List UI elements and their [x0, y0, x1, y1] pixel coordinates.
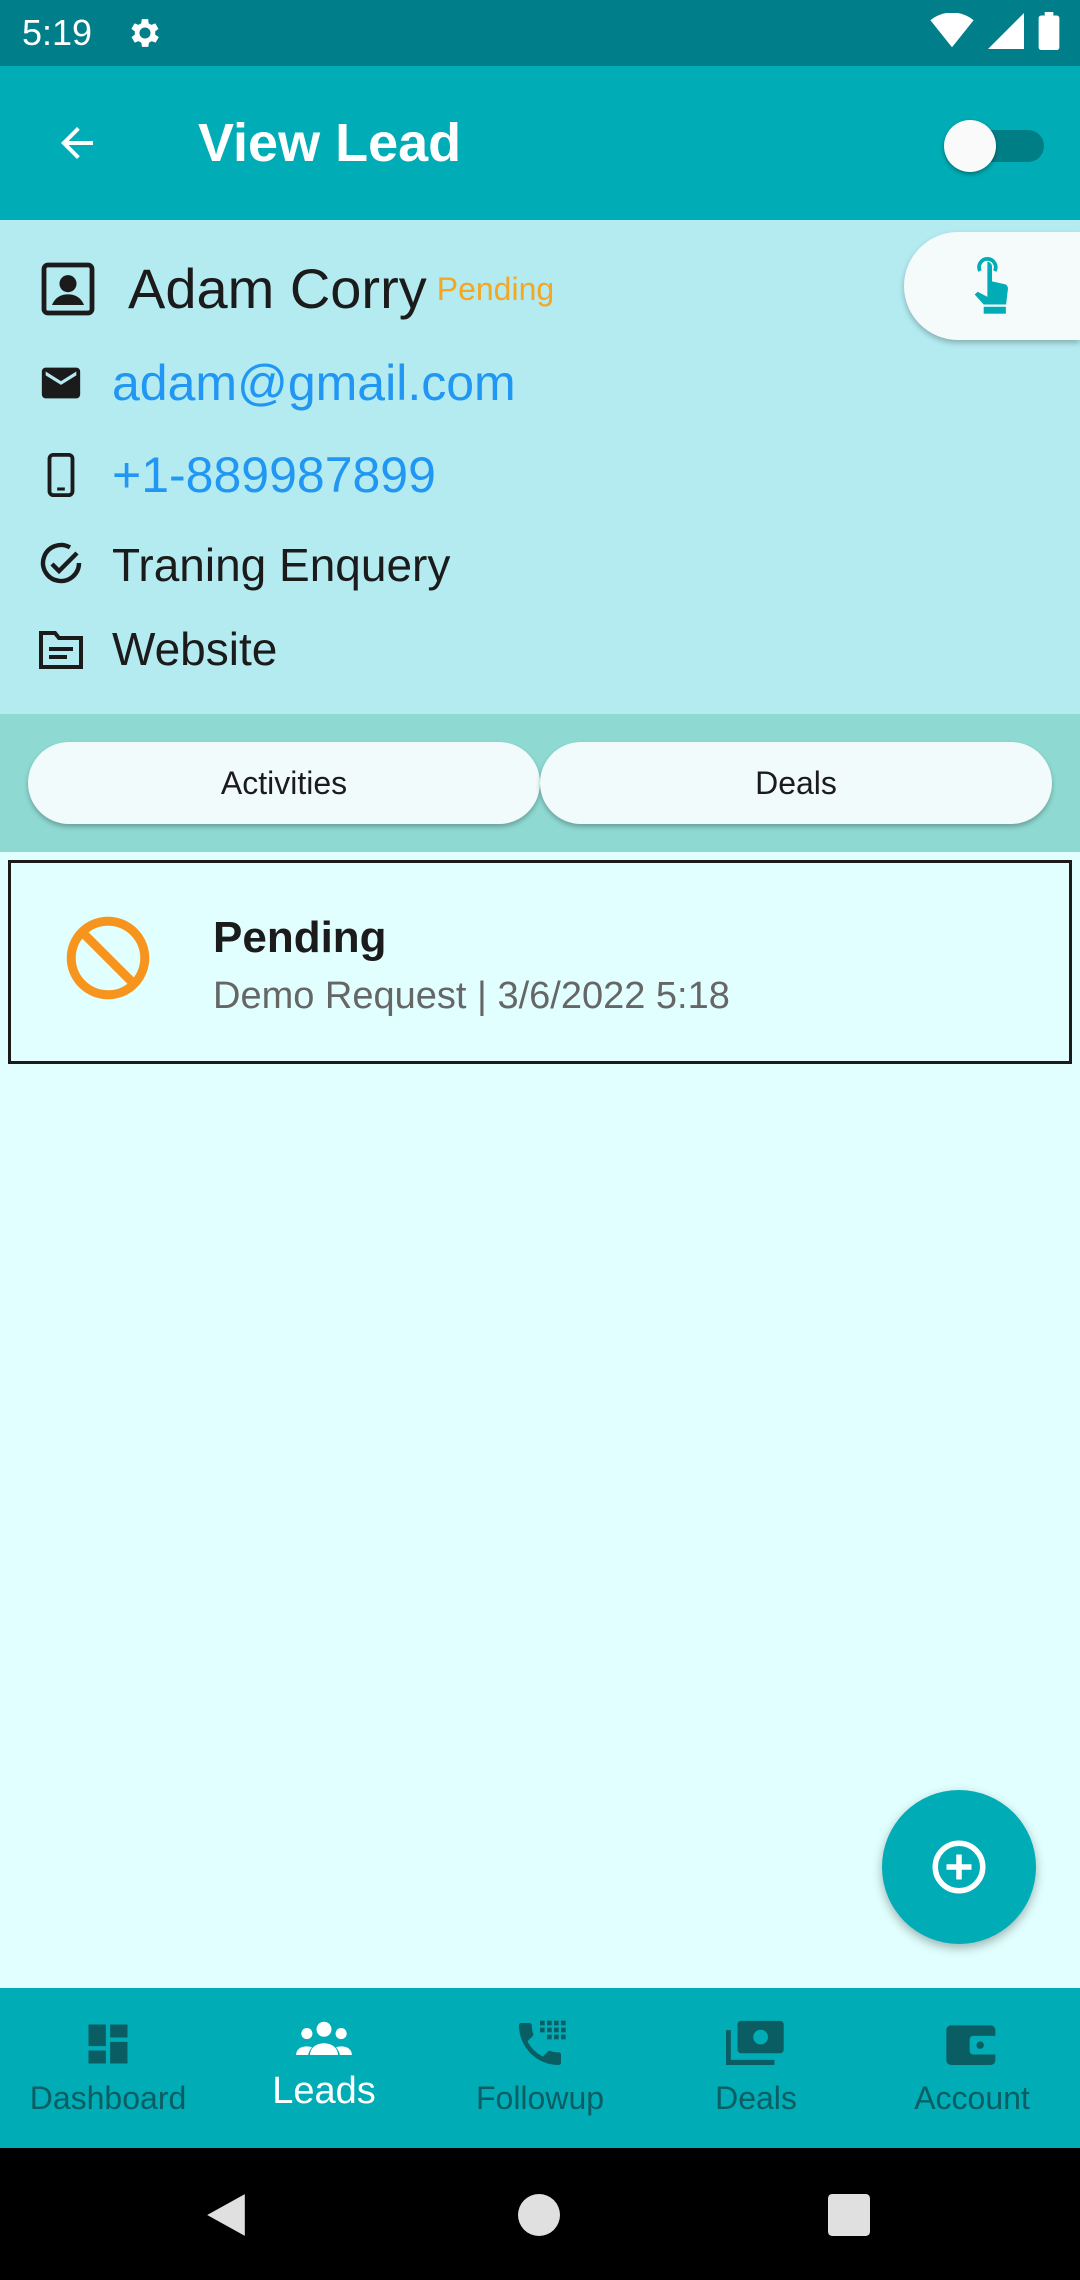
- people-icon: [294, 2010, 354, 2070]
- lead-name: Adam Corry: [128, 257, 427, 320]
- lead-status-badge: Pending: [436, 271, 555, 307]
- smartphone-icon: [36, 450, 86, 500]
- nav-label-leads: Leads: [272, 2070, 376, 2112]
- nav-account[interactable]: Account: [864, 1988, 1080, 2148]
- page-title: View Lead: [198, 113, 462, 173]
- signal-icon: [988, 13, 1024, 49]
- app-bar: View Lead: [0, 66, 1080, 220]
- email-icon: [36, 358, 86, 408]
- activity-title: Pending: [213, 913, 387, 962]
- nav-label-account: Account: [914, 2080, 1030, 2116]
- folder-icon: [36, 624, 86, 674]
- mode-toggle[interactable]: [944, 120, 1044, 172]
- wifi-icon: [930, 13, 974, 48]
- nav-label-deals: Deals: [715, 2080, 797, 2116]
- system-navigation-bar: [0, 2148, 1080, 2280]
- tabs-bar: Activities Deals: [0, 714, 1080, 852]
- arrow-back-icon: [61, 127, 93, 159]
- tab-activities[interactable]: Activities: [28, 742, 540, 824]
- nav-leads[interactable]: Leads: [216, 1988, 432, 2148]
- bottom-navigation: Dashboard Leads Followup Deals Account: [0, 1988, 1080, 2148]
- tab-deals[interactable]: Deals: [540, 742, 1052, 824]
- lead-enquiry: Traning Enquery: [112, 539, 451, 591]
- activity-subtitle: Demo Request | 3/6/2022 5:18: [213, 975, 730, 1017]
- lead-email-row: adam@gmail.com: [36, 354, 516, 412]
- battery-icon: [1038, 12, 1060, 50]
- nav-back-icon[interactable]: [204, 2192, 248, 2238]
- lead-phone-link[interactable]: +1-889987899: [112, 446, 436, 504]
- nav-dashboard[interactable]: Dashboard: [0, 1988, 216, 2148]
- status-time: 5:19: [22, 12, 93, 53]
- add-circle-icon: [932, 1840, 986, 1894]
- nav-home-icon[interactable]: [518, 2194, 560, 2236]
- back-button[interactable]: [44, 110, 110, 176]
- contact-portrait-icon: [36, 257, 100, 321]
- lead-phone-row: +1-889987899: [36, 446, 436, 504]
- block-icon: [66, 916, 150, 1000]
- lead-source: Website: [112, 623, 278, 675]
- nav-label-followup: Followup: [475, 2080, 605, 2116]
- dialpad-phone-icon: [510, 2014, 570, 2074]
- status-bar: 5:19: [0, 0, 1080, 66]
- nav-recents-icon[interactable]: [828, 2194, 870, 2236]
- status-icons: [930, 12, 1060, 50]
- check-circle-icon: [36, 540, 86, 590]
- nav-label-dashboard: Dashboard: [29, 2080, 187, 2116]
- settings-gear-icon: [131, 19, 159, 47]
- wallet-icon: [942, 2014, 1002, 2074]
- nav-deals[interactable]: Deals: [648, 1988, 864, 2148]
- lead-source-row: Website: [36, 622, 277, 676]
- touch-action-button[interactable]: [904, 232, 1080, 340]
- toggle-thumb: [944, 120, 996, 172]
- nav-followup[interactable]: Followup: [432, 1988, 648, 2148]
- lead-email-link[interactable]: adam@gmail.com: [112, 354, 516, 412]
- add-activity-button[interactable]: [882, 1790, 1036, 1944]
- touch-app-icon: [974, 257, 1008, 314]
- activity-list-item[interactable]: Pending Demo Request | 3/6/2022 5:18: [8, 860, 1072, 1064]
- lead-enquiry-row: Traning Enquery: [36, 538, 450, 592]
- money-icon: [726, 2014, 786, 2074]
- lead-name-row: Adam Corry Pending: [36, 256, 554, 321]
- dashboard-icon: [78, 2014, 138, 2074]
